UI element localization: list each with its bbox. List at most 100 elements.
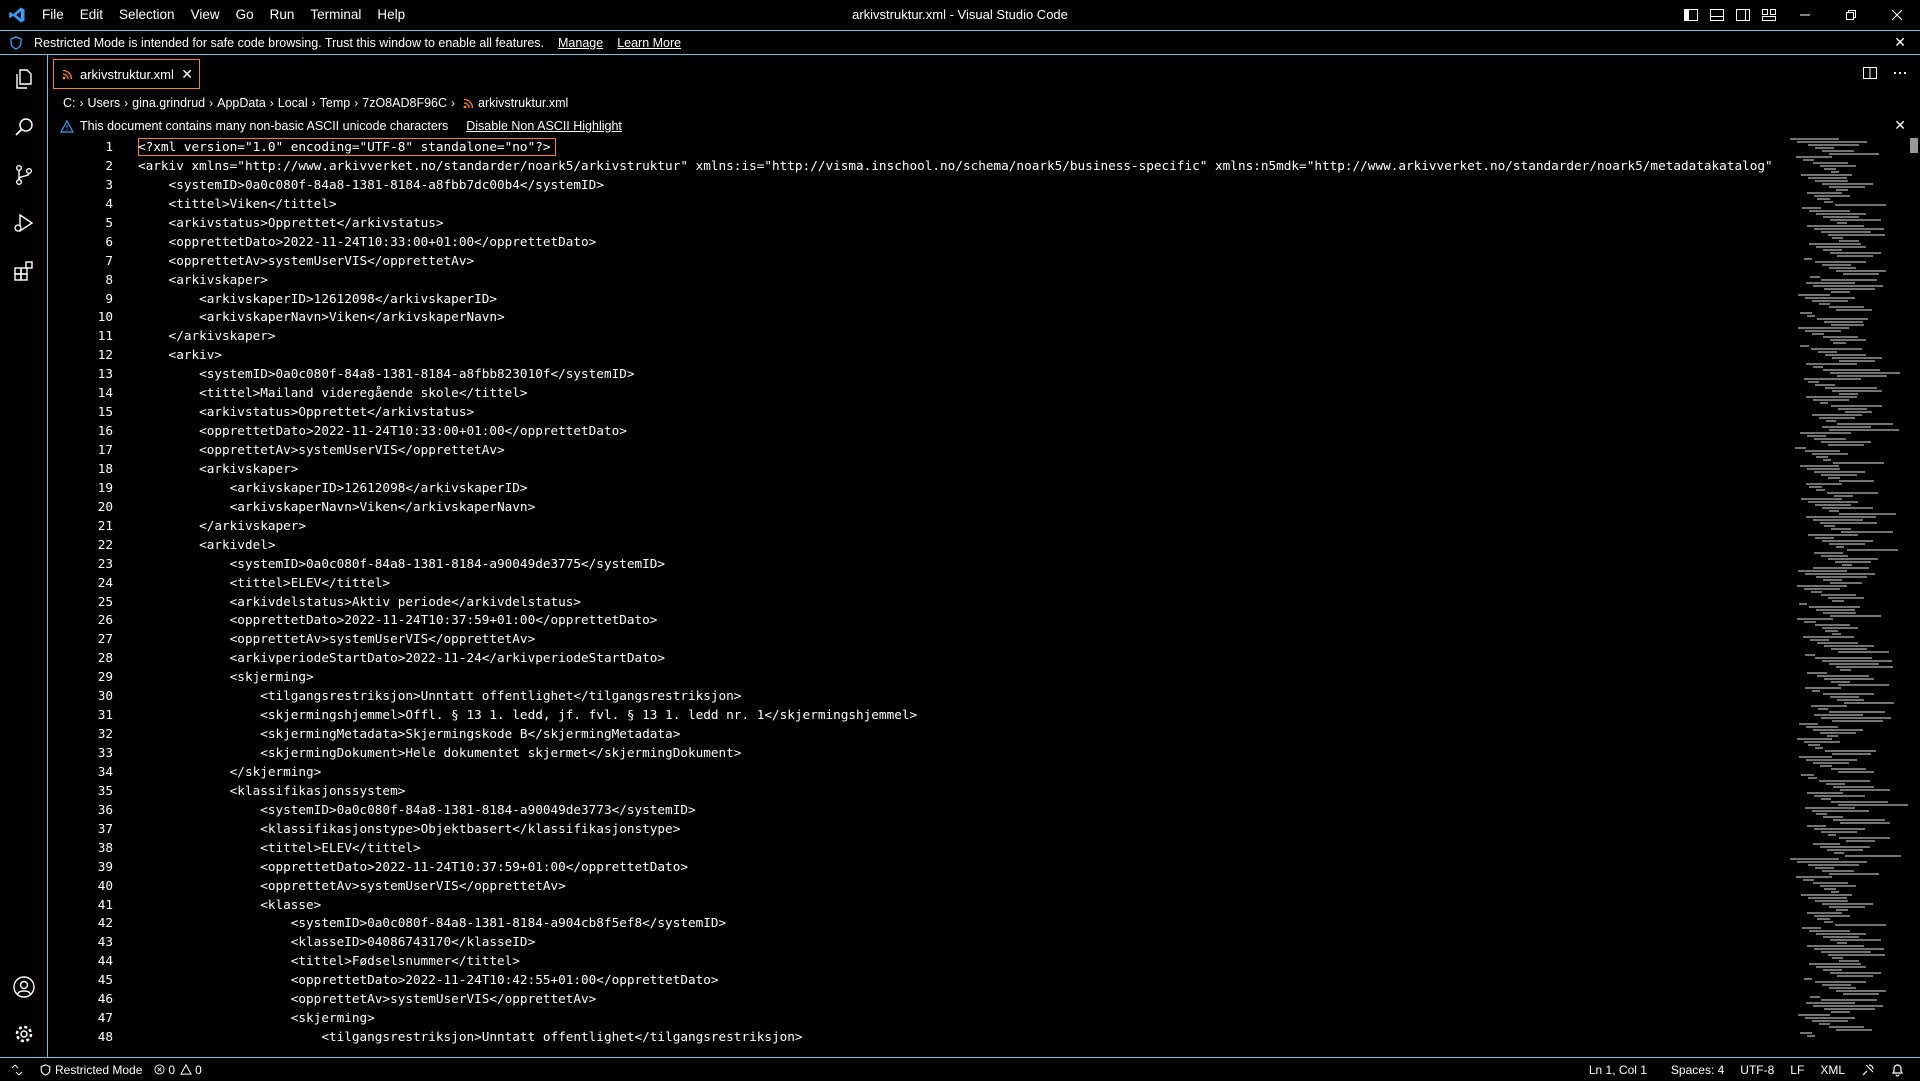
code-line[interactable]: 5 <arkivstatus>Opprettet</arkivstatus> <box>48 214 1783 233</box>
breadcrumb-item[interactable]: Temp <box>320 96 351 110</box>
warning-close-icon[interactable]: ✕ <box>1894 117 1906 134</box>
toggle-secondary-sidebar-icon[interactable] <box>1730 0 1756 30</box>
breadcrumb-item[interactable]: Users <box>88 96 121 110</box>
code-line[interactable]: 30 <tilgangsrestriksjon>Unntatt offentli… <box>48 687 1783 706</box>
code-editor[interactable]: 1 <?xml version="1.0" encoding="UTF-8" st… <box>48 138 1783 1057</box>
feedback-icon[interactable] <box>1855 1063 1881 1077</box>
banner-learn-more-link[interactable]: Learn More <box>617 36 681 50</box>
code-line[interactable]: 40 <opprettetAv>systemUserVIS</opprettet… <box>48 877 1783 896</box>
code-line[interactable]: 38 <tittel>ELEV</tittel> <box>48 839 1783 858</box>
code-line[interactable]: 33 <skjermingDokument>Hele dokumentet sk… <box>48 744 1783 763</box>
end-of-line[interactable]: LF <box>1784 1063 1810 1077</box>
code-line[interactable]: 17 <opprettetAv>systemUserVIS</opprettet… <box>48 441 1783 460</box>
banner-manage-link[interactable]: Manage <box>558 36 603 50</box>
menu-go[interactable]: Go <box>228 0 262 30</box>
minimize-button[interactable] <box>1782 0 1828 30</box>
breadcrumb-item[interactable]: Local <box>278 96 308 110</box>
split-editor-icon[interactable] <box>1862 65 1878 84</box>
toggle-panel-icon[interactable] <box>1704 0 1730 30</box>
minimap[interactable] <box>1790 138 1910 1057</box>
code-line[interactable]: 27 <opprettetAv>systemUserVIS</opprettet… <box>48 630 1783 649</box>
code-line[interactable]: 6 <opprettetDato>2022-11-24T10:33:00+01:… <box>48 233 1783 252</box>
code-line[interactable]: 4 <tittel>Viken</tittel> <box>48 195 1783 214</box>
menu-edit[interactable]: Edit <box>72 0 111 30</box>
breadcrumb-file[interactable]: arkivstruktur.xml <box>478 96 568 110</box>
breadcrumb-item[interactable]: C: <box>63 96 76 110</box>
code-line[interactable]: 31 <skjermingshjemmel>Offl. § 13 1. ledd… <box>48 706 1783 725</box>
search-icon[interactable] <box>0 103 47 151</box>
problems-status[interactable]: 0 0 <box>148 1063 207 1077</box>
menu-selection[interactable]: Selection <box>111 0 183 30</box>
code-line[interactable]: 11 </arkivskaper> <box>48 327 1783 346</box>
code-line[interactable]: 45 <opprettetDato>2022-11-24T10:42:55+01… <box>48 971 1783 990</box>
more-icon[interactable] <box>1892 65 1908 84</box>
code-line[interactable]: 41 <klasse> <box>48 896 1783 915</box>
code-line[interactable]: 26 <opprettetDato>2022-11-24T10:37:59+01… <box>48 611 1783 630</box>
language-mode[interactable]: XML <box>1814 1063 1851 1077</box>
breadcrumb-item[interactable]: 7zO8AD8F96C <box>362 96 447 110</box>
breadcrumb-item[interactable]: gina.grindrud <box>132 96 205 110</box>
menu-help[interactable]: Help <box>369 0 413 30</box>
tab-arkivstruktur[interactable]: arkivstruktur.xml ✕ <box>53 59 200 89</box>
remote-icon[interactable] <box>0 1064 34 1076</box>
code-line[interactable]: 44 <tittel>Fødselsnummer</tittel> <box>48 952 1783 971</box>
settings-gear-icon[interactable] <box>0 1010 47 1058</box>
code-line[interactable]: 19 <arkivskaperID>12612098</arkivskaperI… <box>48 479 1783 498</box>
banner-close-icon[interactable]: ✕ <box>1894 34 1906 51</box>
code-line[interactable]: 46 <opprettetAv>systemUserVIS</opprettet… <box>48 990 1783 1009</box>
code-line[interactable]: 42 <systemID>0a0c080f-84a8-1381-8184-a90… <box>48 914 1783 933</box>
vertical-scrollbar[interactable] <box>1910 138 1918 153</box>
close-window-button[interactable] <box>1874 0 1920 30</box>
code-line[interactable]: 36 <systemID>0a0c080f-84a8-1381-8184-a90… <box>48 801 1783 820</box>
menu-run[interactable]: Run <box>262 0 303 30</box>
code-line[interactable]: 13 <systemID>0a0c080f-84a8-1381-8184-a8f… <box>48 365 1783 384</box>
customize-layout-icon[interactable] <box>1756 0 1782 30</box>
code-line[interactable]: 1 <?xml version="1.0" encoding="UTF-8" st… <box>48 138 1783 157</box>
toggle-primary-sidebar-icon[interactable] <box>1678 0 1704 30</box>
disable-ascii-highlight-link[interactable]: Disable Non ASCII Highlight <box>466 119 622 133</box>
code-line[interactable]: 16 <opprettetDato>2022-11-24T10:33:00+01… <box>48 422 1783 441</box>
bell-icon[interactable] <box>1885 1063 1910 1077</box>
code-line[interactable]: 21 </arkivskaper> <box>48 517 1783 536</box>
code-line[interactable]: 43 <klasseID>04086743170</klasseID> <box>48 933 1783 952</box>
code-line[interactable]: 35 <klassifikasjonssystem> <box>48 782 1783 801</box>
code-line[interactable]: 39 <opprettetDato>2022-11-24T10:37:59+01… <box>48 858 1783 877</box>
code-line[interactable]: 7 <opprettetAv>systemUserVIS</opprettetA… <box>48 252 1783 271</box>
cursor-position[interactable]: Ln 1, Col 1 <box>1583 1063 1653 1077</box>
restore-button[interactable] <box>1828 0 1874 30</box>
file-encoding[interactable]: UTF-8 <box>1734 1063 1780 1077</box>
code-line[interactable]: 37 <klassifikasjonstype>Objektbasert</kl… <box>48 820 1783 839</box>
code-line[interactable]: 32 <skjermingMetadata>Skjermingskode B</… <box>48 725 1783 744</box>
code-line[interactable]: 22 <arkivdel> <box>48 536 1783 555</box>
code-line[interactable]: 2 <arkiv xmlns="http://www.arkivverket.no… <box>48 157 1783 176</box>
code-line[interactable]: 25 <arkivdelstatus>Aktiv periode</arkivd… <box>48 593 1783 612</box>
code-line[interactable]: 18 <arkivskaper> <box>48 460 1783 479</box>
menu-terminal[interactable]: Terminal <box>302 0 369 30</box>
breadcrumb-item[interactable]: AppData <box>217 96 266 110</box>
source-control-icon[interactable] <box>0 151 47 199</box>
account-icon[interactable] <box>0 963 47 1011</box>
code-line[interactable]: 15 <arkivstatus>Opprettet</arkivstatus> <box>48 403 1783 422</box>
code-line[interactable]: 29 <skjerming> <box>48 668 1783 687</box>
code-line[interactable]: 24 <tittel>ELEV</tittel> <box>48 574 1783 593</box>
code-line[interactable]: 3 <systemID>0a0c080f-84a8-1381-8184-a8fb… <box>48 176 1783 195</box>
extensions-icon[interactable] <box>0 247 47 295</box>
code-line[interactable]: 34 </skjerming> <box>48 763 1783 782</box>
indentation[interactable]: Spaces: 4 <box>1665 1063 1730 1077</box>
files-icon[interactable] <box>0 55 47 103</box>
close-tab-icon[interactable]: ✕ <box>181 66 193 83</box>
code-line[interactable]: 28 <arkivperiodeStartDato>2022-11-24</ar… <box>48 649 1783 668</box>
code-line[interactable]: 20 <arkivskaperNavn>Viken</arkivskaperNa… <box>48 498 1783 517</box>
code-line[interactable]: 47 <skjerming> <box>48 1009 1783 1028</box>
code-line[interactable]: 8 <arkivskaper> <box>48 271 1783 290</box>
code-line[interactable]: 48 <tilgangsrestriksjon>Unntatt offentli… <box>48 1028 1783 1047</box>
code-line[interactable]: 10 <arkivskaperNavn>Viken</arkivskaperNa… <box>48 308 1783 327</box>
menu-file[interactable]: File <box>34 0 72 30</box>
code-line[interactable]: 14 <tittel>Mailand videregående skole</t… <box>48 384 1783 403</box>
restricted-mode-status[interactable]: Restricted Mode <box>34 1063 148 1077</box>
menu-view[interactable]: View <box>183 0 228 30</box>
code-line[interactable]: 9 <arkivskaperID>12612098</arkivskaperID… <box>48 290 1783 309</box>
code-line[interactable]: 12 <arkiv> <box>48 346 1783 365</box>
code-line[interactable]: 23 <systemID>0a0c080f-84a8-1381-8184-a90… <box>48 555 1783 574</box>
run-debug-icon[interactable] <box>0 199 47 247</box>
